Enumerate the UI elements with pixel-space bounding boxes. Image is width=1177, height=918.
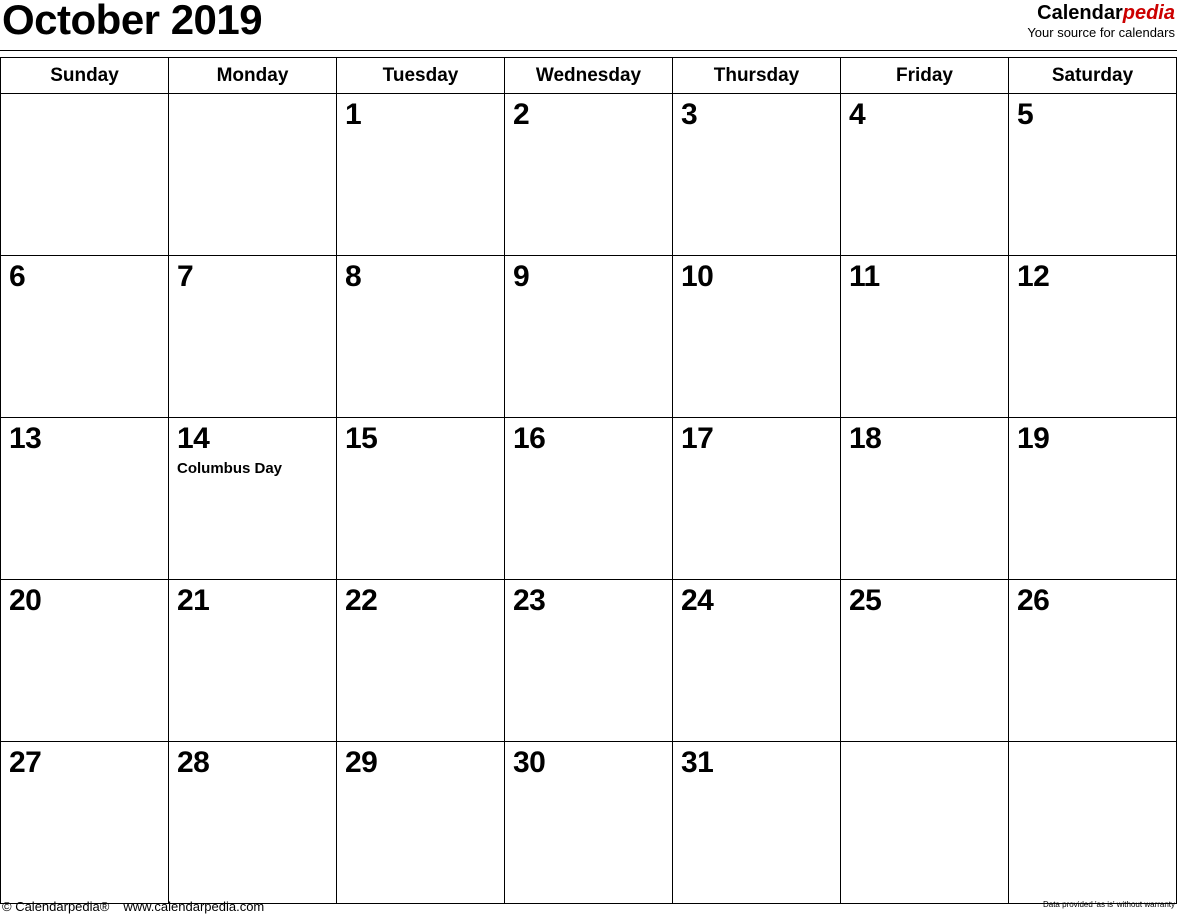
calendar-week-row: 13 14 Columbus Day 15 16 17 18 19 (0, 417, 1177, 580)
day-number: 3 (681, 98, 698, 131)
brand-tagline: Your source for calendars (1027, 25, 1175, 40)
day-number: 20 (9, 584, 42, 617)
day-number: 16 (513, 422, 546, 455)
day-number: 2 (513, 98, 530, 131)
day-cell[interactable]: 2 (504, 93, 673, 256)
header-divider (0, 50, 1177, 51)
day-cell[interactable]: 31 (672, 741, 841, 904)
day-number: 14 (177, 422, 210, 455)
calendar-week-row: 1 2 3 4 5 (0, 93, 1177, 256)
calendar-week-row: 6 7 8 9 10 11 12 (0, 255, 1177, 418)
weekday-header-saturday: Saturday (1008, 57, 1177, 94)
day-cell[interactable]: 3 (672, 93, 841, 256)
day-number: 23 (513, 584, 546, 617)
day-cell[interactable]: 17 (672, 417, 841, 580)
day-cell[interactable]: 10 (672, 255, 841, 418)
day-number: 9 (513, 260, 530, 293)
day-cell[interactable]: 4 (840, 93, 1009, 256)
weekday-header-tuesday: Tuesday (336, 57, 505, 94)
brand-name: Calendarpedia (1027, 2, 1175, 24)
page-footer: © Calendarpedia® www.calendarpedia.com Da… (0, 898, 1177, 918)
day-number: 30 (513, 746, 546, 779)
day-number: 26 (1017, 584, 1050, 617)
day-cell[interactable]: 9 (504, 255, 673, 418)
day-cell[interactable] (0, 93, 169, 256)
day-number: 1 (345, 98, 362, 131)
day-number: 5 (1017, 98, 1034, 131)
day-number (1, 94, 168, 132)
page-title: October 2019 (2, 0, 263, 43)
day-cell[interactable]: 15 (336, 417, 505, 580)
weekday-header-wednesday: Wednesday (504, 57, 673, 94)
day-number: 15 (345, 422, 378, 455)
day-cell[interactable]: 11 (840, 255, 1009, 418)
calendar-week-row: 20 21 22 23 24 25 26 (0, 579, 1177, 742)
day-cell[interactable] (168, 93, 337, 256)
day-cell[interactable]: 6 (0, 255, 169, 418)
day-number: 12 (1017, 260, 1050, 293)
day-cell[interactable]: 21 (168, 579, 337, 742)
page-header: October 2019 Calendarpedia Your source f… (0, 0, 1177, 48)
calendar-page: October 2019 Calendarpedia Your source f… (0, 0, 1177, 918)
weekday-header-monday: Monday (168, 57, 337, 94)
day-number (1009, 742, 1176, 780)
calendar-grid: Sunday Monday Tuesday Wednesday Thursday… (0, 57, 1177, 904)
day-number: 24 (681, 584, 714, 617)
disclaimer-text: Data provided 'as is' without warranty (1042, 900, 1175, 909)
footer-left: © Calendarpedia® www.calendarpedia.com (2, 898, 264, 916)
day-cell[interactable]: 18 (840, 417, 1009, 580)
day-cell[interactable]: 24 (672, 579, 841, 742)
day-number: 8 (345, 260, 362, 293)
day-cell[interactable]: 30 (504, 741, 673, 904)
day-event: Columbus Day (177, 460, 283, 477)
calendar-week-row: 27 28 29 30 31 (0, 741, 1177, 904)
day-number (841, 742, 1008, 780)
day-cell[interactable] (1008, 741, 1177, 904)
copyright-text: © Calendarpedia® (2, 899, 110, 914)
day-number: 18 (849, 422, 882, 455)
weekday-header-thursday: Thursday (672, 57, 841, 94)
day-cell-holiday[interactable]: 14 Columbus Day (168, 417, 337, 580)
day-number: 10 (681, 260, 714, 293)
day-number (169, 94, 336, 132)
brand-name-primary: Calendar (1037, 2, 1123, 24)
day-cell[interactable]: 26 (1008, 579, 1177, 742)
weekday-header-sunday: Sunday (0, 57, 169, 94)
website-link[interactable]: www.calendarpedia.com (123, 899, 264, 914)
day-cell[interactable]: 28 (168, 741, 337, 904)
day-number: 13 (9, 422, 42, 455)
day-cell[interactable]: 8 (336, 255, 505, 418)
day-number: 7 (177, 260, 194, 293)
brand-logo: Calendarpedia Your source for calendars (1027, 2, 1175, 41)
day-cell[interactable]: 12 (1008, 255, 1177, 418)
day-number: 27 (9, 746, 42, 779)
day-cell[interactable]: 20 (0, 579, 169, 742)
day-cell[interactable]: 7 (168, 255, 337, 418)
day-cell[interactable]: 16 (504, 417, 673, 580)
brand-name-accent: pedia (1122, 2, 1175, 24)
day-number: 31 (681, 746, 714, 779)
day-number: 29 (345, 746, 378, 779)
day-cell[interactable] (840, 741, 1009, 904)
weekday-header-row: Sunday Monday Tuesday Wednesday Thursday… (0, 57, 1177, 94)
day-number: 4 (849, 98, 866, 131)
day-cell[interactable]: 19 (1008, 417, 1177, 580)
day-number: 21 (177, 584, 210, 617)
day-number: 22 (345, 584, 378, 617)
day-cell[interactable]: 13 (0, 417, 169, 580)
day-cell[interactable]: 25 (840, 579, 1009, 742)
day-number: 25 (849, 584, 882, 617)
day-cell[interactable]: 23 (504, 579, 673, 742)
day-cell[interactable]: 22 (336, 579, 505, 742)
day-cell[interactable]: 1 (336, 93, 505, 256)
day-number: 11 (849, 260, 880, 293)
day-cell[interactable]: 29 (336, 741, 505, 904)
day-number: 17 (681, 422, 714, 455)
day-number: 19 (1017, 422, 1050, 455)
day-cell[interactable]: 5 (1008, 93, 1177, 256)
day-cell[interactable]: 27 (0, 741, 169, 904)
weekday-header-friday: Friday (840, 57, 1009, 94)
day-number: 6 (9, 260, 26, 293)
day-number: 28 (177, 746, 210, 779)
